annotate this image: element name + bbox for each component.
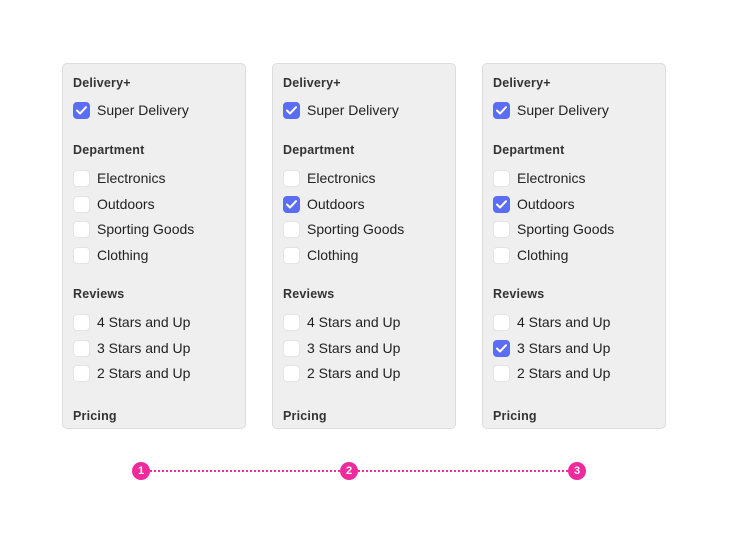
filter-panel-1: Delivery+ Super Delivery Department Electro… xyxy=(62,63,246,429)
checkbox-option-clothing[interactable]: Clothing xyxy=(493,246,568,264)
checkmark-icon xyxy=(496,199,507,208)
checkmark-icon xyxy=(496,343,507,352)
option-label: Outdoors xyxy=(307,196,365,212)
checkbox-unchecked[interactable] xyxy=(283,313,300,331)
step-badge-3: 3 xyxy=(568,462,586,480)
option-label: Clothing xyxy=(307,247,359,263)
step-badge-2: 2 xyxy=(340,462,358,480)
checkbox-option-4-stars-and-up[interactable]: 4 Stars and Up xyxy=(283,313,400,331)
option-label: 2 Stars and Up xyxy=(307,365,401,381)
checkmark-icon xyxy=(286,105,297,114)
checkbox-option-electronics[interactable]: Electronics xyxy=(73,169,165,187)
step-indicator: 1 2 3 xyxy=(0,460,730,482)
checkbox-unchecked[interactable] xyxy=(493,313,510,331)
checkbox-unchecked[interactable] xyxy=(493,169,510,187)
filter-panel-2: Delivery+ Super Delivery Department Electro… xyxy=(272,63,456,429)
checkbox-unchecked[interactable] xyxy=(493,220,510,238)
option-label: Sporting Goods xyxy=(517,221,615,237)
checkbox-unchecked[interactable] xyxy=(493,364,510,382)
section-title-department: Department xyxy=(73,143,145,157)
checkmark-icon xyxy=(496,105,507,114)
section-title-reviews: Reviews xyxy=(73,287,125,301)
checkbox-option-outdoors[interactable]: Outdoors xyxy=(283,195,365,213)
checkbox-unchecked[interactable] xyxy=(493,246,510,264)
step-connector xyxy=(150,470,340,472)
checkbox-option-3-stars-and-up[interactable]: 3 Stars and Up xyxy=(283,339,400,357)
checkbox-unchecked[interactable] xyxy=(283,364,300,382)
checkbox-unchecked[interactable] xyxy=(73,220,90,238)
checkbox-checked[interactable] xyxy=(493,339,510,357)
option-label: 3 Stars and Up xyxy=(97,340,191,356)
checkbox-option-electronics[interactable]: Electronics xyxy=(493,169,585,187)
option-label: 4 Stars and Up xyxy=(97,314,191,330)
option-label: 3 Stars and Up xyxy=(517,340,611,356)
checkbox-option-outdoors[interactable]: Outdoors xyxy=(73,195,155,213)
checkbox-option-electronics[interactable]: Electronics xyxy=(283,169,375,187)
checkbox-option-sporting-goods[interactable]: Sporting Goods xyxy=(73,220,194,238)
option-label: 2 Stars and Up xyxy=(97,365,191,381)
section-title-pricing: Pricing xyxy=(73,409,117,423)
checkmark-icon xyxy=(286,199,297,208)
section-title-delivery: Delivery+ xyxy=(73,76,131,90)
option-label: Super Delivery xyxy=(517,102,609,118)
checkbox-checked[interactable] xyxy=(493,101,510,119)
checkbox-option-super-delivery[interactable]: Super Delivery xyxy=(493,101,609,119)
option-label: Outdoors xyxy=(97,196,155,212)
option-label: Sporting Goods xyxy=(307,221,405,237)
checkbox-option-clothing[interactable]: Clothing xyxy=(283,246,358,264)
section-title-pricing: Pricing xyxy=(493,409,537,423)
checkbox-checked[interactable] xyxy=(283,101,300,119)
checkbox-unchecked[interactable] xyxy=(73,169,90,187)
checkbox-unchecked[interactable] xyxy=(283,339,300,357)
section-title-department: Department xyxy=(493,143,565,157)
checkbox-unchecked[interactable] xyxy=(73,313,90,331)
option-label: Clothing xyxy=(517,247,569,263)
option-label: Electronics xyxy=(307,170,376,186)
option-label: Sporting Goods xyxy=(97,221,195,237)
step-badge-1: 1 xyxy=(132,462,150,480)
checkbox-option-clothing[interactable]: Clothing xyxy=(73,246,148,264)
checkbox-option-2-stars-and-up[interactable]: 2 Stars and Up xyxy=(493,364,610,382)
option-label: 2 Stars and Up xyxy=(517,365,611,381)
option-label: 4 Stars and Up xyxy=(517,314,611,330)
checkbox-option-3-stars-and-up[interactable]: 3 Stars and Up xyxy=(493,339,610,357)
option-label: Electronics xyxy=(97,170,166,186)
step-connector xyxy=(358,470,568,472)
checkbox-option-sporting-goods[interactable]: Sporting Goods xyxy=(283,220,404,238)
section-title-reviews: Reviews xyxy=(283,287,335,301)
checkbox-unchecked[interactable] xyxy=(283,169,300,187)
checkbox-unchecked[interactable] xyxy=(73,246,90,264)
checkbox-option-sporting-goods[interactable]: Sporting Goods xyxy=(493,220,614,238)
section-title-delivery: Delivery+ xyxy=(283,76,341,90)
option-label: 3 Stars and Up xyxy=(307,340,401,356)
section-title-department: Department xyxy=(283,143,355,157)
option-label: Outdoors xyxy=(517,196,575,212)
checkbox-unchecked[interactable] xyxy=(283,220,300,238)
checkbox-checked[interactable] xyxy=(493,195,510,213)
option-label: 4 Stars and Up xyxy=(307,314,401,330)
option-label: Electronics xyxy=(517,170,586,186)
filter-panel-3: Delivery+ Super Delivery Department Electro… xyxy=(482,63,666,429)
checkbox-unchecked[interactable] xyxy=(283,246,300,264)
checkbox-option-outdoors[interactable]: Outdoors xyxy=(493,195,575,213)
checkbox-option-4-stars-and-up[interactable]: 4 Stars and Up xyxy=(493,313,610,331)
checkbox-unchecked[interactable] xyxy=(73,364,90,382)
checkbox-option-2-stars-and-up[interactable]: 2 Stars and Up xyxy=(73,364,190,382)
checkmark-icon xyxy=(76,105,87,114)
checkbox-checked[interactable] xyxy=(283,195,300,213)
checkbox-checked[interactable] xyxy=(73,101,90,119)
option-label: Super Delivery xyxy=(307,102,399,118)
checkbox-option-super-delivery[interactable]: Super Delivery xyxy=(283,101,399,119)
section-title-delivery: Delivery+ xyxy=(493,76,551,90)
section-title-pricing: Pricing xyxy=(283,409,327,423)
checkbox-unchecked[interactable] xyxy=(73,339,90,357)
checkbox-option-2-stars-and-up[interactable]: 2 Stars and Up xyxy=(283,364,400,382)
option-label: Super Delivery xyxy=(97,102,189,118)
section-title-reviews: Reviews xyxy=(493,287,545,301)
checkbox-unchecked[interactable] xyxy=(73,195,90,213)
checkbox-option-4-stars-and-up[interactable]: 4 Stars and Up xyxy=(73,313,190,331)
option-label: Clothing xyxy=(97,247,149,263)
checkbox-option-3-stars-and-up[interactable]: 3 Stars and Up xyxy=(73,339,190,357)
checkbox-option-super-delivery[interactable]: Super Delivery xyxy=(73,101,189,119)
